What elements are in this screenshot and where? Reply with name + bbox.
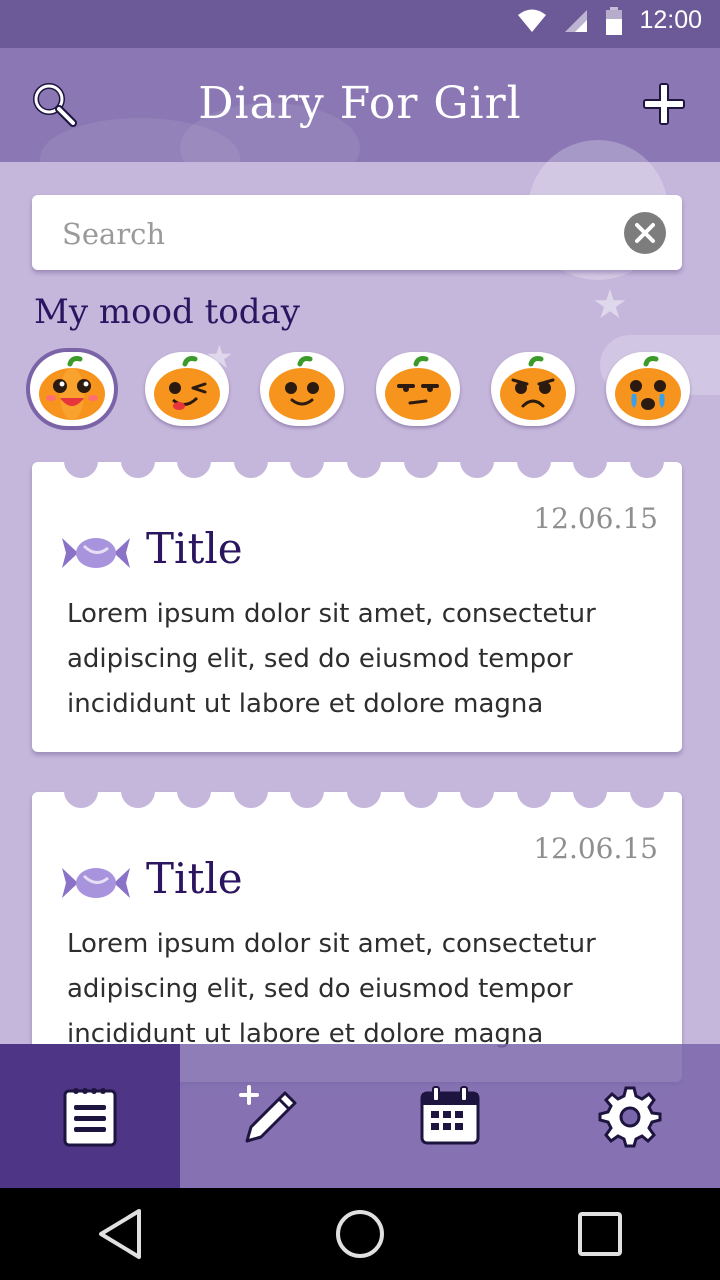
settings-icon	[598, 1086, 662, 1148]
status-time: 12:00	[639, 6, 702, 34]
search-input[interactable]	[60, 213, 624, 255]
new-entry-icon	[239, 1085, 297, 1143]
entry-body: Lorem ipsum dolor sit amet, consectetur …	[67, 929, 596, 1049]
bottom-navigation	[0, 1044, 720, 1188]
home-circle-icon	[336, 1210, 384, 1258]
mood-heading: My mood today	[34, 292, 300, 332]
diary-entry-card[interactable]: 12.06.15 Title Lorem ipsum dolor sit ame…	[32, 460, 682, 752]
wink-pumpkin-icon	[154, 356, 221, 420]
plus-icon	[643, 83, 685, 125]
app-title: Diary For Girl	[198, 78, 522, 129]
mood-option-sad[interactable]	[490, 352, 575, 426]
wifi-icon	[518, 9, 547, 32]
system-navigation-bar	[0, 1188, 720, 1280]
signal-icon	[565, 9, 588, 32]
clear-search-button[interactable]	[624, 212, 666, 254]
battery-icon	[606, 6, 623, 35]
diary-entry-card[interactable]: 12.06.15 Title Lorem ipsum dolor sit ame…	[32, 790, 682, 1082]
system-home-button[interactable]	[325, 1199, 395, 1269]
star-decoration: ★	[592, 282, 628, 328]
mood-option-meh[interactable]	[375, 352, 460, 426]
nav-new-entry[interactable]	[180, 1044, 360, 1188]
mood-option-crying[interactable]	[605, 352, 690, 426]
entry-date: 12.06.15	[533, 832, 658, 865]
mood-selector	[30, 352, 690, 426]
system-back-button[interactable]	[85, 1199, 155, 1269]
happy-pumpkin-icon	[39, 356, 105, 420]
notebook-icon	[63, 1088, 117, 1147]
nav-diary-list[interactable]	[0, 1044, 180, 1188]
search-box	[32, 195, 682, 270]
candy-icon	[62, 868, 130, 898]
calendar-icon	[420, 1086, 480, 1145]
entry-title: Title	[146, 854, 243, 903]
candy-icon	[62, 538, 130, 568]
mood-option-happy[interactable]	[30, 352, 114, 426]
nav-settings[interactable]	[540, 1044, 720, 1188]
entry-title: Title	[146, 524, 243, 573]
card-scallop-edge	[64, 460, 664, 478]
entry-body: Lorem ipsum dolor sit amet, consectetur …	[67, 599, 596, 719]
recents-square-icon	[578, 1212, 622, 1256]
nav-calendar[interactable]	[360, 1044, 540, 1188]
entry-date: 12.06.15	[533, 502, 658, 535]
mood-option-smile[interactable]	[260, 352, 345, 426]
close-icon	[635, 223, 655, 243]
system-recents-button[interactable]	[565, 1199, 635, 1269]
status-icons: 12:00	[517, 6, 702, 35]
card-scallop-edge	[64, 790, 664, 808]
meh-pumpkin-icon	[384, 356, 451, 420]
back-triangle-icon	[99, 1209, 141, 1259]
sad-pumpkin-icon	[499, 356, 566, 420]
smile-pumpkin-icon	[269, 356, 336, 420]
add-entry-button[interactable]	[636, 76, 692, 132]
crying-pumpkin-icon	[614, 356, 681, 420]
status-bar: 12:00	[0, 0, 720, 48]
mood-option-wink[interactable]	[145, 352, 230, 426]
